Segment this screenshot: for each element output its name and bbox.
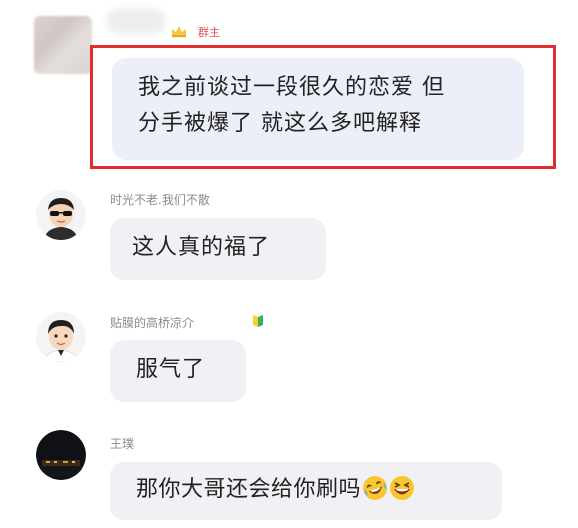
avatar[interactable] bbox=[36, 312, 86, 362]
message-bubble[interactable]: 这人真的福了 bbox=[110, 218, 326, 280]
group-owner-badge: 群主 bbox=[198, 26, 220, 39]
sender-name[interactable]: 时光不老.我们不散 bbox=[110, 192, 210, 208]
grinning-squint-emoji-icon bbox=[390, 476, 415, 500]
message-bubble[interactable]: 服气了 bbox=[110, 340, 246, 402]
message-bubble[interactable]: 我之前谈过一段很久的恋爱 但 分手被爆了 就这么多吧解释 bbox=[112, 58, 524, 160]
avatar-blurred[interactable] bbox=[34, 16, 92, 74]
cartoon-sunglasses-avatar-icon bbox=[36, 190, 86, 240]
crown-icon bbox=[172, 26, 186, 38]
night-scene-avatar-icon bbox=[36, 430, 86, 480]
message-text: 那你大哥还会给你刷吗 bbox=[136, 477, 362, 502]
sender-name[interactable]: 贴膜的高桥凉介 bbox=[110, 315, 194, 331]
sender-name[interactable]: 王璞 bbox=[110, 436, 134, 452]
beginner-badge-icon bbox=[253, 315, 263, 327]
message-text: 这人真的福了 bbox=[132, 235, 271, 260]
sender-name-blurred bbox=[106, 8, 166, 34]
message-text-line: 我之前谈过一段很久的恋爱 但 bbox=[138, 75, 445, 100]
message-text-line: 分手被爆了 就这么多吧解释 bbox=[138, 111, 422, 136]
avatar[interactable] bbox=[36, 430, 86, 480]
cartoon-boy-avatar-icon bbox=[36, 312, 86, 362]
message-text: 服气了 bbox=[136, 357, 206, 382]
rolling-laughing-emoji-icon bbox=[363, 476, 388, 500]
message-bubble[interactable]: 那你大哥还会给你刷吗 bbox=[110, 462, 502, 520]
avatar[interactable] bbox=[36, 190, 86, 240]
